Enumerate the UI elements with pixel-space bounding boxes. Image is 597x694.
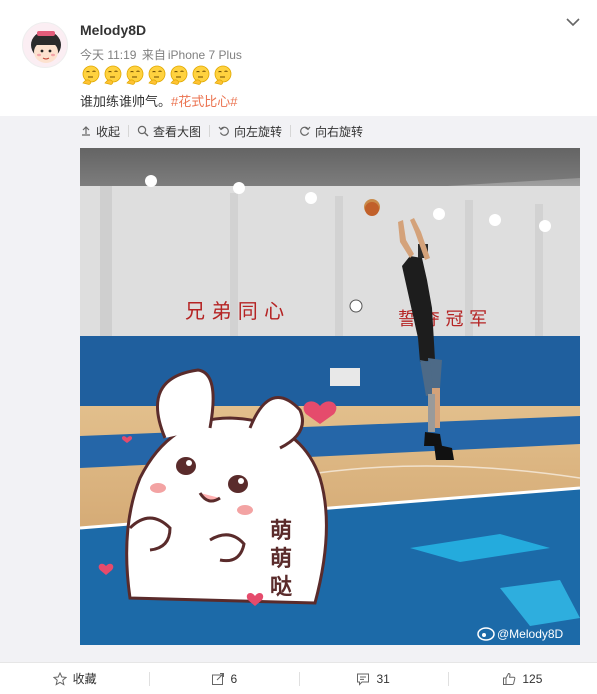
weibo-post-card: Melody8D 今天 11:19 来自 iPhone 7 Plus 谁加练谁帅气… [0, 0, 597, 694]
media-toolbar: 收起 查看大图 向左旋转 向右旋转 [80, 122, 377, 140]
post-body: 谁加练谁帅气。 [80, 94, 172, 109]
collapse-label: 收起 [96, 124, 121, 139]
thinking-face-emoji [192, 65, 210, 85]
view-large-button[interactable]: 查看大图 [137, 123, 201, 140]
view-large-label: 查看大图 [153, 124, 202, 139]
collapse-icon [82, 126, 90, 136]
thumbs-up-icon [503, 672, 516, 685]
emoji-row [80, 64, 234, 86]
toolbar-divider [128, 125, 130, 137]
rotate-left-label: 向左旋转 [234, 124, 283, 139]
thinking-face-emoji [214, 65, 232, 85]
rotate-right-button[interactable]: 向右旋转 [299, 123, 363, 140]
comment-count: 31 [376, 671, 390, 686]
watermark: @Melody8D [497, 627, 564, 641]
rotate-right-label: 向右旋转 [315, 124, 364, 139]
rotate-right-icon [300, 126, 311, 136]
comment-icon [357, 673, 370, 686]
hashtag-link[interactable]: #花式比心# [171, 94, 237, 109]
avatar[interactable] [22, 22, 68, 68]
favorite-label: 收藏 [72, 672, 97, 686]
post-meta: 今天 11:19 来自 iPhone 7 Plus [80, 46, 242, 63]
thinking-face-emoji [170, 65, 188, 85]
sticker-char-3: 哒 [270, 574, 292, 600]
thinking-face-emoji [82, 65, 100, 85]
sticker-char-1: 萌 [270, 519, 292, 544]
post-text: 谁加练谁帅气。#花式比心# [80, 91, 237, 110]
wall-slogan-right: 誓 夺 冠 军 [398, 309, 487, 330]
collapse-button[interactable]: 收起 [80, 123, 120, 140]
thinking-face-emoji [104, 65, 122, 85]
like-count: 125 [522, 671, 543, 686]
repost-icon [211, 672, 224, 685]
search-icon [137, 125, 149, 137]
source-prefix: 来自 [141, 48, 166, 62]
action-bar: 收藏 6 31 125 [0, 662, 597, 694]
toolbar-divider [290, 125, 292, 137]
chevron-down-icon[interactable] [563, 12, 583, 32]
rotate-left-button[interactable]: 向左旋转 [218, 123, 282, 140]
comment-button[interactable]: 31 [298, 663, 448, 694]
thinking-face-emoji [148, 65, 166, 85]
repost-button[interactable]: 6 [149, 663, 298, 694]
post-time[interactable]: 今天 11:19 [80, 48, 136, 62]
wall-slogan-left: 兄 弟 同 心 [185, 299, 284, 323]
like-button[interactable]: 125 [447, 663, 597, 694]
rotate-left-icon [218, 126, 229, 136]
favorite-button[interactable]: 收藏 [0, 663, 149, 694]
post-device[interactable]: iPhone 7 Plus [168, 48, 242, 62]
username[interactable]: Melody8D [80, 22, 146, 38]
star-icon [52, 671, 67, 686]
sticker-char-2: 萌 [270, 547, 292, 572]
toolbar-divider [209, 125, 211, 137]
post-photo[interactable]: 兄 弟 同 心 誓 夺 冠 军 萌 萌 哒 @Melody8D [80, 148, 580, 645]
thinking-face-emoji [126, 65, 144, 85]
repost-count: 6 [230, 671, 238, 686]
